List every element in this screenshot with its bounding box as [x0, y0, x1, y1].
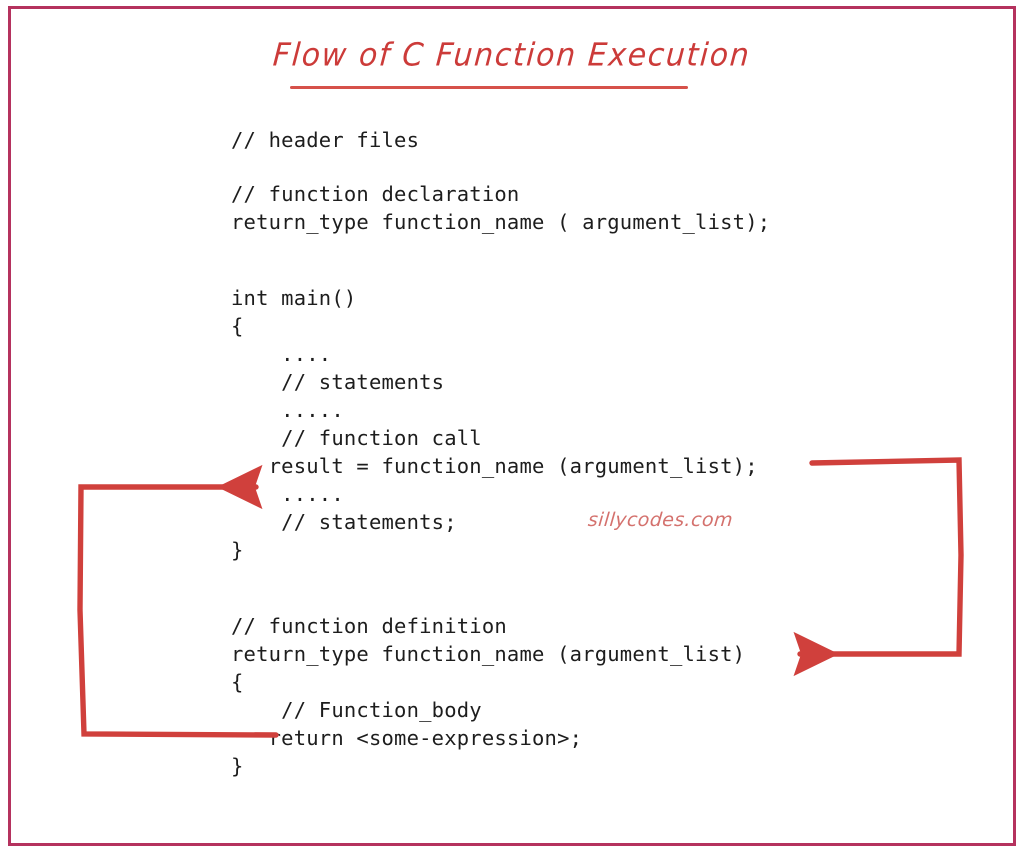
diagram-title: Flow of C Function Execution	[0, 36, 1024, 75]
code-line-function-open-brace: {	[231, 670, 244, 694]
code-line-function-body-comment: // Function_body	[231, 698, 482, 722]
code-line-statements-1: // statements	[231, 370, 445, 394]
code-line-function-definition-comment: // function definition	[231, 614, 507, 638]
code-line-function-call: result = function_name (argument_list);	[231, 454, 758, 478]
diagram-title-text: Flow of C Function Execution	[271, 36, 753, 75]
code-line-main-open-brace: {	[231, 314, 244, 338]
code-line-function-declaration: return_type function_name ( argument_lis…	[231, 210, 771, 234]
code-line-function-declaration-comment: // function declaration	[231, 182, 520, 206]
code-line-statements-2: // statements;	[231, 510, 457, 534]
code-line-int-main: int main()	[231, 286, 357, 310]
site-watermark: sillycodes.com	[587, 509, 734, 531]
diagram-canvas: Flow of C Function Execution // header f…	[0, 0, 1024, 853]
code-line-function-definition: return_type function_name (argument_list…	[231, 642, 746, 666]
title-underline	[290, 86, 688, 89]
code-line-return-statement: return <some-expression>;	[231, 726, 583, 750]
code-line-main-close-brace: }	[231, 538, 244, 562]
code-line-function-close-brace: }	[231, 754, 244, 778]
code-line-function-call-comment: // function call	[231, 426, 482, 450]
code-line-dots-1: ....	[231, 342, 332, 366]
code-line-header-files: // header files	[231, 128, 420, 152]
code-block: // header files // function declaration re…	[231, 126, 931, 780]
code-line-dots-2: .....	[231, 398, 344, 422]
code-line-dots-3: .....	[231, 482, 344, 506]
